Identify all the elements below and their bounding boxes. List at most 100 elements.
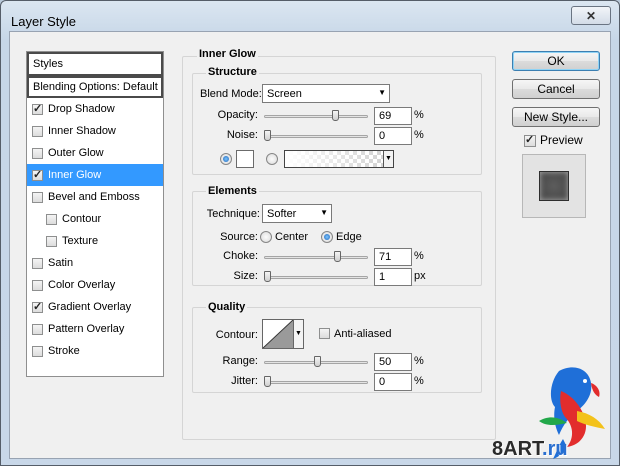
layer-style-dialog: Layer Style ✕ Styles Blending Options: D… xyxy=(0,0,620,466)
opacity-input[interactable]: 69 xyxy=(374,107,412,125)
sidebar-item-label: Styles xyxy=(33,58,63,70)
range-unit: % xyxy=(414,355,424,367)
choke-slider-track xyxy=(264,256,368,259)
sidebar-item-color-overlay[interactable]: Color Overlay xyxy=(27,274,163,296)
glow-color-swatch[interactable] xyxy=(236,150,254,168)
glow-gradient-picker[interactable]: ▼ xyxy=(284,150,394,168)
texture-checkbox[interactable] xyxy=(46,235,57,247)
choke-slider-thumb[interactable] xyxy=(334,251,341,262)
jitter-input[interactable]: 0 xyxy=(374,373,412,391)
new-style-button[interactable]: New Style... xyxy=(512,107,600,127)
gradient-overlay-checkbox[interactable] xyxy=(32,300,43,313)
sidebar-item-gradient-overlay[interactable]: Gradient Overlay xyxy=(27,296,163,318)
sidebar-item-contour[interactable]: Contour xyxy=(27,208,163,230)
source-center-label[interactable]: Center xyxy=(275,231,308,243)
sidebar-item-stroke[interactable]: Stroke xyxy=(27,340,163,362)
bevel-emboss-checkbox[interactable] xyxy=(32,191,43,203)
contour-picker[interactable] xyxy=(262,319,294,349)
noise-slider-thumb[interactable] xyxy=(264,130,271,141)
size-slider-track xyxy=(264,276,368,279)
range-slider-thumb[interactable] xyxy=(314,356,321,367)
drop-shadow-checkbox[interactable] xyxy=(32,102,43,115)
choke-input[interactable]: 71 xyxy=(374,248,412,266)
choke-unit: % xyxy=(414,250,424,262)
preview-thumbnail xyxy=(539,171,569,201)
blend-mode-dropdown[interactable]: Screen ▼ xyxy=(262,84,390,103)
preview-checkbox[interactable] xyxy=(524,133,536,147)
cancel-button[interactable]: Cancel xyxy=(512,79,600,99)
technique-value: Softer xyxy=(267,207,297,220)
noise-input[interactable]: 0 xyxy=(374,127,412,145)
structure-title: Structure xyxy=(206,66,259,78)
noise-slider-track xyxy=(264,135,368,138)
range-label: Range: xyxy=(222,355,258,367)
elements-title: Elements xyxy=(206,185,259,197)
size-input[interactable]: 1 xyxy=(374,268,412,286)
size-slider[interactable] xyxy=(264,271,368,283)
opacity-slider-thumb[interactable] xyxy=(332,110,339,121)
jitter-slider-track xyxy=(264,381,368,384)
source-label: Source: xyxy=(220,231,258,243)
choke-slider[interactable] xyxy=(264,251,368,263)
sidebar-item-label: Drop Shadow xyxy=(48,103,115,115)
opacity-unit: % xyxy=(414,109,424,121)
sidebar-item-blending-options[interactable]: Blending Options: Default xyxy=(27,76,163,98)
source-edge-label[interactable]: Edge xyxy=(336,231,362,243)
noise-slider[interactable] xyxy=(264,130,368,142)
blend-mode-label: Blend Mode: xyxy=(200,88,262,100)
anti-aliased-label[interactable]: Anti-aliased xyxy=(334,328,391,340)
noise-label: Noise: xyxy=(226,129,258,141)
anti-aliased-checkbox[interactable] xyxy=(319,328,330,339)
sidebar-item-bevel-emboss[interactable]: Bevel and Emboss xyxy=(27,186,163,208)
size-slider-thumb[interactable] xyxy=(264,271,271,282)
color-overlay-checkbox[interactable] xyxy=(32,279,43,291)
source-center-radio[interactable] xyxy=(260,231,272,243)
inner-glow-checkbox[interactable] xyxy=(32,168,43,181)
sidebar-item-pattern-overlay[interactable]: Pattern Overlay xyxy=(27,318,163,340)
pattern-overlay-checkbox[interactable] xyxy=(32,323,43,335)
satin-checkbox[interactable] xyxy=(32,257,43,269)
watermark-text: 8ART.ru xyxy=(492,438,568,461)
range-input[interactable]: 50 xyxy=(374,353,412,371)
noise-unit: % xyxy=(414,129,424,141)
contour-checkbox[interactable] xyxy=(46,213,57,225)
range-slider[interactable] xyxy=(264,356,368,368)
choke-label: Choke: xyxy=(223,250,258,262)
chevron-down-icon: ▼ xyxy=(378,88,386,97)
size-label: Size: xyxy=(233,270,258,282)
sidebar-item-satin[interactable]: Satin xyxy=(27,252,163,274)
stroke-checkbox[interactable] xyxy=(32,345,43,357)
window-title: Layer Style xyxy=(11,14,77,29)
sidebar-item-styles[interactable]: Styles xyxy=(27,52,163,76)
source-edge-radio[interactable] xyxy=(321,231,333,243)
blend-mode-value: Screen xyxy=(267,87,302,100)
sidebar-item-label: Outer Glow xyxy=(48,147,104,159)
sidebar-item-inner-glow[interactable]: Inner Glow xyxy=(27,164,163,186)
sidebar-item-inner-shadow[interactable]: Inner Shadow xyxy=(27,120,163,142)
sidebar-item-label: Bevel and Emboss xyxy=(48,191,140,203)
sidebar-item-label: Blending Options: Default xyxy=(33,81,158,93)
jitter-slider-thumb[interactable] xyxy=(264,376,271,387)
opacity-slider[interactable] xyxy=(264,110,368,122)
styles-list: Styles Blending Options: Default Drop Sh… xyxy=(26,51,164,377)
color-radio[interactable] xyxy=(220,153,232,165)
technique-dropdown[interactable]: Softer ▼ xyxy=(262,204,332,223)
title-bar[interactable]: Layer Style ✕ xyxy=(1,1,619,31)
jitter-slider[interactable] xyxy=(264,376,368,388)
close-button[interactable]: ✕ xyxy=(571,6,611,25)
preview-label[interactable]: Preview xyxy=(540,133,583,147)
sidebar-item-texture[interactable]: Texture xyxy=(27,230,163,252)
ok-button[interactable]: OK xyxy=(512,51,600,71)
outer-glow-checkbox[interactable] xyxy=(32,147,43,159)
jitter-unit: % xyxy=(414,375,424,387)
gradient-radio[interactable] xyxy=(266,153,278,165)
quality-title: Quality xyxy=(206,301,248,313)
chevron-down-icon[interactable]: ▼ xyxy=(383,151,393,167)
contour-dropdown-arrow[interactable]: ▼ xyxy=(294,319,304,349)
sidebar-item-drop-shadow[interactable]: Drop Shadow xyxy=(27,98,163,120)
sidebar-item-outer-glow[interactable]: Outer Glow xyxy=(27,142,163,164)
sidebar-item-label: Gradient Overlay xyxy=(48,301,132,313)
sidebar-item-label: Texture xyxy=(62,235,99,247)
close-icon: ✕ xyxy=(585,8,597,23)
inner-shadow-checkbox[interactable] xyxy=(32,125,43,137)
